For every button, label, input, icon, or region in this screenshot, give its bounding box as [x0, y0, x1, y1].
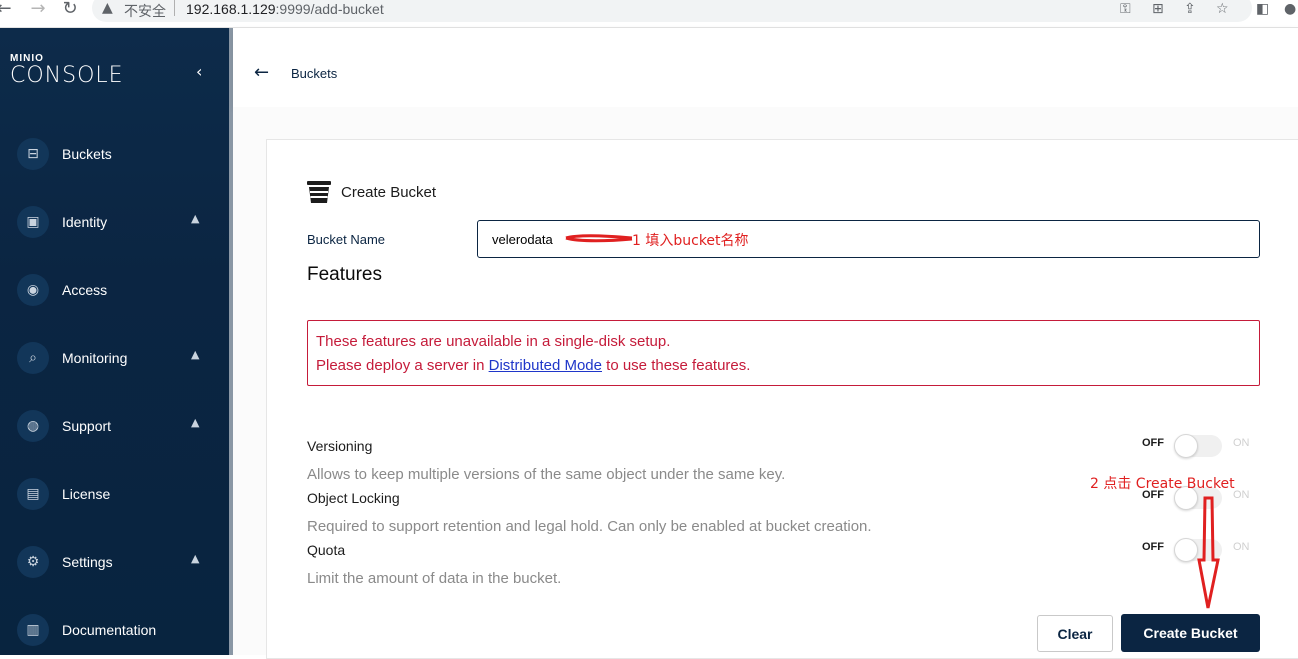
- quota-off-label: OFF: [1142, 541, 1164, 553]
- sidebar-item-label: Settings: [62, 554, 113, 570]
- page-title: Create Bucket: [341, 184, 437, 201]
- clear-button[interactable]: Clear: [1037, 615, 1113, 652]
- sidebar-item-license[interactable]: ▤ License: [0, 474, 229, 514]
- breadcrumb[interactable]: Buckets: [291, 66, 337, 81]
- warning-text-line2: Please deploy a server in Distributed Mo…: [316, 357, 750, 374]
- url-path: :9999/add-bucket: [275, 1, 384, 17]
- sidebar-item-documentation[interactable]: ▥ Documentation: [0, 610, 229, 650]
- gear-icon: ⚙: [17, 546, 49, 578]
- key-icon[interactable]: ⚿: [1120, 1, 1131, 17]
- side-panel-icon[interactable]: ◧: [1256, 1, 1269, 17]
- magnifier-icon: ⌕: [17, 342, 49, 374]
- forward-icon[interactable]: →: [28, 0, 48, 20]
- collapse-sidebar-icon[interactable]: ‹: [196, 62, 202, 81]
- chevron-up-icon[interactable]: ▲: [191, 416, 199, 429]
- sidebar-item-monitoring[interactable]: ⌕ Monitoring ▲: [0, 338, 229, 378]
- lock-icon: ◉: [17, 274, 49, 306]
- sidebar-item-label: Monitoring: [62, 350, 128, 366]
- sidebar-item-label: Documentation: [62, 622, 157, 638]
- reload-icon[interactable]: ↻: [60, 0, 80, 20]
- versioning-on-label: ON: [1233, 437, 1250, 449]
- sidebar-item-label: License: [62, 486, 111, 502]
- chevron-up-icon[interactable]: ▲: [191, 552, 199, 565]
- chevron-up-icon[interactable]: ▲: [191, 348, 199, 361]
- certificate-icon: ▤: [17, 478, 49, 510]
- versioning-title: Versioning: [307, 438, 373, 454]
- sidebar-item-settings[interactable]: ⚙ Settings ▲: [0, 542, 229, 582]
- url-divider: [174, 0, 175, 16]
- back-arrow-icon[interactable]: ←: [254, 62, 269, 83]
- sidebar-item-support[interactable]: ◍ Support ▲: [0, 406, 229, 446]
- warning-text-post: to use these features.: [602, 357, 751, 374]
- logo-console: CONSOLE: [10, 63, 124, 88]
- minio-console-logo[interactable]: MINIO CONSOLE: [10, 54, 124, 88]
- back-icon[interactable]: ←: [0, 0, 14, 20]
- bucket-name-input[interactable]: [477, 220, 1260, 258]
- security-label[interactable]: 不安全: [124, 1, 166, 21]
- browser-toolbar: ← → ↻ ▲ 不安全 192.168.1.129:9999/add-bucke…: [0, 0, 1298, 28]
- page-header: [233, 28, 1298, 107]
- features-heading: Features: [307, 264, 382, 285]
- create-bucket-button[interactable]: Create Bucket: [1121, 614, 1260, 652]
- sidebar-item-buckets[interactable]: ⊟ Buckets: [0, 134, 229, 174]
- sidebar-item-label: Access: [62, 282, 108, 298]
- quota-description: Limit the amount of data in the bucket.: [307, 570, 562, 587]
- warning-text-line1: These features are unavailable in a sing…: [316, 333, 671, 350]
- star-icon[interactable]: ☆: [1216, 1, 1229, 17]
- url-text[interactable]: 192.168.1.129:9999/add-bucket: [186, 1, 384, 17]
- object-locking-on-label: ON: [1233, 489, 1250, 501]
- sidebar-item-identity[interactable]: ▣ Identity ▲: [0, 202, 229, 242]
- bucket-icon: [307, 181, 331, 203]
- share-icon[interactable]: ⇪: [1184, 1, 1196, 17]
- sidebar-item-label: Identity: [62, 214, 108, 230]
- distributed-mode-link[interactable]: Distributed Mode: [489, 357, 602, 374]
- profile-icon[interactable]: ●: [1284, 1, 1296, 17]
- annotation-step2: 2 点击 Create Bucket: [1090, 476, 1235, 492]
- translate-icon[interactable]: ⊞: [1152, 1, 1164, 17]
- id-card-icon: ▣: [17, 206, 49, 238]
- bucket-name-label: Bucket Name: [307, 232, 386, 247]
- features-warning-box: [307, 320, 1260, 386]
- annotation-step1: 1 填入bucket名称: [632, 233, 749, 249]
- quota-on-label: ON: [1233, 541, 1250, 553]
- versioning-toggle-knob[interactable]: [1174, 434, 1198, 458]
- lifebuoy-icon: ◍: [17, 410, 49, 442]
- bucket-icon: ⊟: [17, 138, 49, 170]
- object-locking-title: Object Locking: [307, 490, 400, 506]
- chevron-up-icon[interactable]: ▲: [191, 212, 199, 225]
- quota-title: Quota: [307, 542, 346, 558]
- versioning-description: Allows to keep multiple versions of the …: [307, 466, 786, 483]
- sidebar-item-label: Support: [62, 418, 112, 434]
- sidebar-item-access[interactable]: ◉ Access: [0, 270, 229, 310]
- warning-icon[interactable]: ▲: [102, 0, 113, 16]
- url-host: 192.168.1.129: [186, 1, 276, 17]
- object-locking-description: Required to support retention and legal …: [307, 518, 872, 535]
- versioning-off-label: OFF: [1142, 437, 1164, 449]
- sidebar-item-label: Buckets: [62, 146, 112, 162]
- quota-toggle-knob[interactable]: [1174, 538, 1198, 562]
- warning-text-pre: Please deploy a server in: [316, 357, 489, 374]
- document-icon: ▥: [17, 614, 49, 646]
